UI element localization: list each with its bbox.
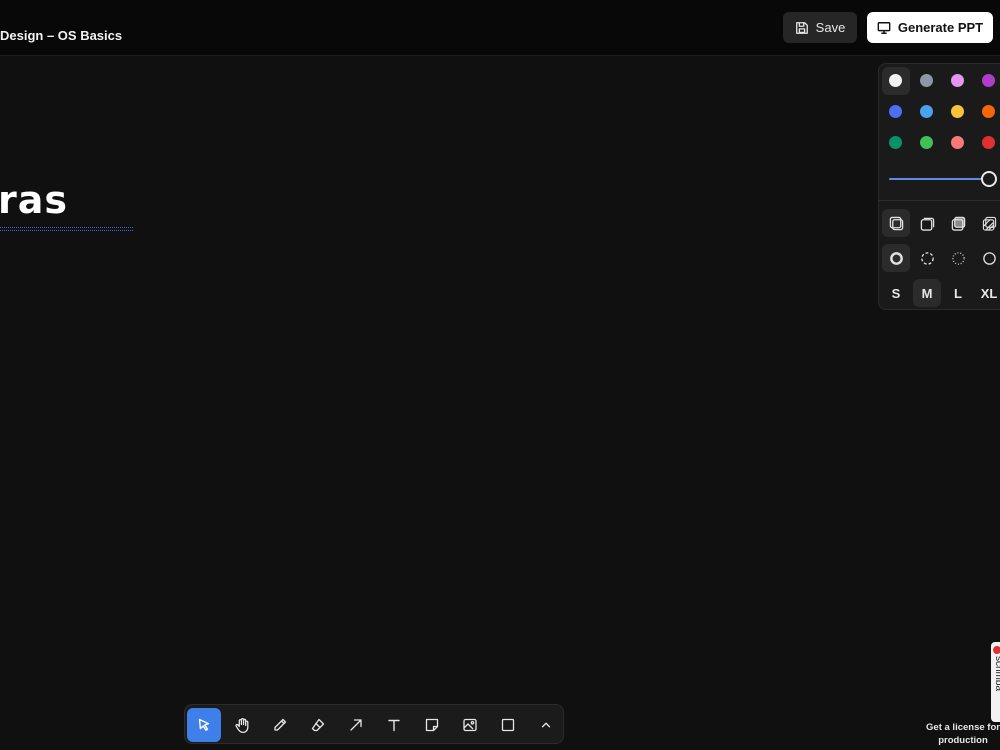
note-icon[interactable] [415, 708, 449, 742]
save-label: Save [815, 20, 846, 35]
chevron-up-icon[interactable] [529, 708, 563, 742]
watermark-brand: scrimba [993, 656, 1000, 692]
presentation-icon [877, 21, 891, 34]
color-swatch-light-violet[interactable] [951, 74, 964, 87]
color-swatch-light-green[interactable] [920, 136, 933, 149]
color-swatch-blue[interactable] [889, 105, 902, 118]
text-icon[interactable] [377, 708, 411, 742]
draw-icon[interactable] [263, 708, 297, 742]
watermark-logo-icon [993, 646, 1000, 654]
color-swatch-light-red[interactable] [951, 136, 964, 149]
opacity-slider-thumb[interactable] [981, 171, 997, 187]
asset-icon[interactable] [453, 708, 487, 742]
dash-draw-icon[interactable] [882, 244, 910, 272]
hand-icon[interactable] [225, 708, 259, 742]
color-swatch-white[interactable] [889, 74, 902, 87]
save-icon [795, 21, 808, 34]
generate-label: Generate PPT [897, 20, 984, 35]
fill-solid-icon[interactable] [944, 209, 972, 237]
style-panel: S M L XL [878, 63, 1000, 310]
selection-underline [0, 227, 133, 231]
fill-pattern-icon[interactable] [975, 209, 1000, 237]
opacity-slider-track[interactable] [889, 178, 989, 180]
size-s-option[interactable]: S [882, 279, 910, 307]
size-m-option[interactable]: M [913, 279, 941, 307]
color-swatch-light-blue[interactable] [920, 105, 933, 118]
color-swatch-violet[interactable] [982, 74, 995, 87]
dash-dotted-icon[interactable] [944, 244, 972, 272]
generate-ppt-button[interactable]: Generate PPT [867, 12, 993, 43]
fill-none-icon[interactable] [882, 209, 910, 237]
panel-divider [879, 200, 1000, 201]
color-swatch-grey[interactable] [920, 74, 933, 87]
top-bar: Design – OS Basics Save Generate PPT [0, 0, 1000, 56]
color-swatch-green[interactable] [889, 136, 902, 149]
rectangle-icon[interactable] [491, 708, 525, 742]
color-swatch-orange[interactable] [982, 105, 995, 118]
arrow-icon[interactable] [339, 708, 373, 742]
select-icon[interactable] [187, 708, 221, 742]
license-link[interactable]: Get a license for production [918, 721, 1000, 747]
color-swatch-yellow[interactable] [951, 105, 964, 118]
size-l-option[interactable]: L [944, 279, 972, 307]
size-xl-option[interactable]: XL [975, 279, 1000, 307]
bottom-toolbar [184, 704, 564, 744]
save-button[interactable]: Save [783, 12, 857, 43]
eraser-icon[interactable] [301, 708, 335, 742]
canvas-text-shape[interactable]: ras [0, 178, 68, 222]
page-title: Design – OS Basics [0, 28, 123, 43]
fill-semi-icon[interactable] [913, 209, 941, 237]
color-swatch-red[interactable] [982, 136, 995, 149]
dash-solid-icon[interactable] [975, 244, 1000, 272]
dash-dashed-icon[interactable] [913, 244, 941, 272]
